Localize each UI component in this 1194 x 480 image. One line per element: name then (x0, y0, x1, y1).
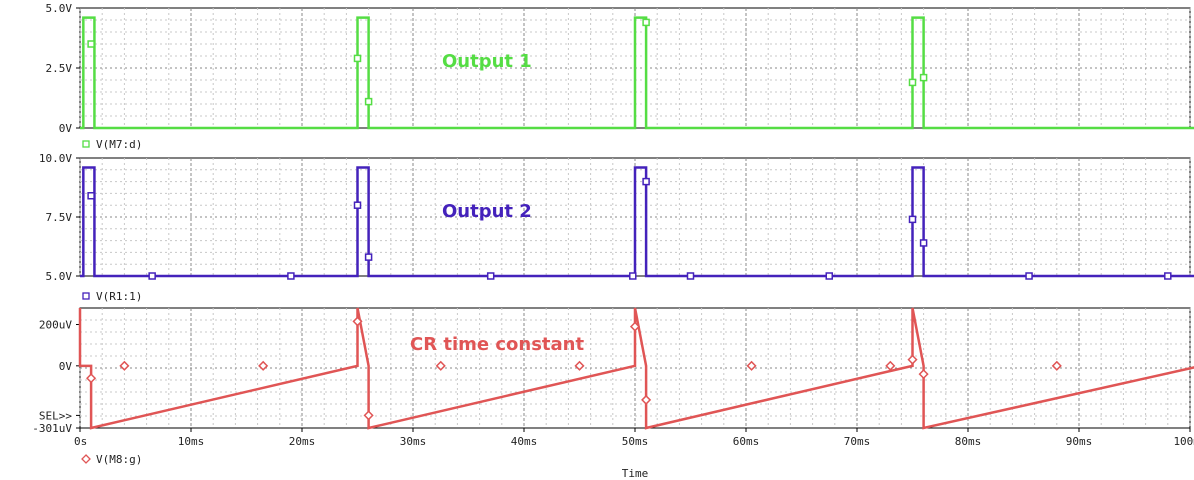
data-point-marker (825, 272, 833, 280)
data-point-marker (364, 97, 373, 106)
data-point-marker (1164, 272, 1172, 280)
legend-marker (82, 140, 90, 148)
y-tick-label: 2.5V (46, 62, 73, 75)
data-point-marker (353, 54, 362, 63)
data-point-marker (686, 272, 695, 280)
data-point-marker (1051, 360, 1062, 371)
data-point-marker (119, 360, 130, 371)
x-tick-label: 90ms (1066, 435, 1093, 448)
data-point-marker (574, 360, 585, 371)
y-tick-label: -301uV (32, 422, 72, 435)
data-point-marker (435, 360, 446, 371)
y-tick-label: 5.0V (46, 2, 73, 15)
x-tick-label: 100ms (1173, 435, 1194, 448)
series-line-2 (80, 166, 1194, 278)
x-tick-label: 40ms (511, 435, 538, 448)
data-point-marker (1025, 272, 1033, 280)
x-tick-label: 0s (74, 435, 87, 448)
x-tick-label: 20ms (289, 435, 316, 448)
data-point-marker (919, 239, 928, 247)
data-point-marker (86, 373, 97, 384)
y-tick-label: 7.5V (46, 211, 73, 224)
y-tick-label: 0V (59, 122, 73, 135)
x-tick-label: 60ms (733, 435, 760, 448)
legend-label: V(R1:1) (96, 290, 142, 303)
plot-panel-1: 0V 2.5V 5.0V V(M7:d) Output 1 (46, 2, 1194, 151)
series-line-1 (80, 16, 1194, 130)
legend-marker (82, 292, 90, 300)
data-point-marker (746, 360, 757, 371)
plot-panel-2: 5.0V 7.5V 10.0V V(R1:1) Output 2 (39, 152, 1194, 303)
y-tick-label: 200uV (39, 319, 72, 332)
legend-label: V(M7:d) (96, 138, 142, 151)
data-point-marker (148, 272, 156, 280)
y-tick-label: 10.0V (39, 152, 72, 165)
data-point-marker (908, 215, 917, 224)
data-point-marker (908, 78, 917, 87)
x-tick-label: 80ms (955, 435, 982, 448)
data-point-marker (885, 360, 896, 371)
legend-label: V(M8:g) (96, 453, 142, 466)
data-point-marker (353, 201, 362, 209)
data-point-marker (486, 272, 495, 280)
y-tick-label: 0V (59, 360, 73, 373)
data-point-marker (87, 40, 95, 48)
data-point-marker (642, 177, 650, 186)
data-point-marker (919, 73, 928, 82)
data-point-marker (258, 360, 269, 371)
x-tick-label: 10ms (178, 435, 205, 448)
data-point-marker (918, 369, 929, 380)
data-point-marker (641, 394, 652, 405)
y-tick-label: SEL>> (39, 409, 72, 422)
annotation-label: Output 2 (442, 201, 532, 222)
data-point-marker (629, 272, 637, 280)
annotation-label: CR time constant (410, 334, 584, 355)
annotation-label: Output 1 (442, 51, 532, 72)
x-tick-label: 50ms (622, 435, 649, 448)
data-point-marker (287, 272, 295, 280)
x-axis-title: Time (622, 467, 649, 480)
legend-marker (81, 454, 91, 464)
data-point-marker (642, 18, 650, 27)
data-point-marker (87, 192, 95, 200)
y-tick-label: 5.0V (46, 270, 73, 283)
oscilloscope-chart: 0V 2.5V 5.0V V(M7:d) Output 1 5.0V 7.5V 10.0V V(… (32, 2, 1194, 480)
x-tick-label: 70ms (844, 435, 871, 448)
data-point-marker (363, 410, 374, 421)
x-tick-label: 30ms (400, 435, 427, 448)
data-point-marker (364, 253, 373, 261)
data-point-marker (907, 354, 918, 365)
plot-panel-3: 200uV 0V SEL>>-301uV V(M8:g) CR time constan… (32, 307, 1194, 466)
